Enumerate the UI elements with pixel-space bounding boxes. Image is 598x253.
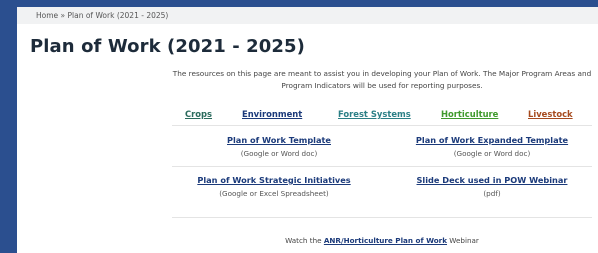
page-title: Plan of Work (2021 - 2025) xyxy=(30,36,305,57)
webinar-line: Watch the ANR/Horticulture Plan of Work … xyxy=(172,236,592,245)
category-horticulture-link[interactable]: Horticulture xyxy=(441,109,498,119)
category-links: Crops Environment Forest Systems Horticu… xyxy=(17,109,598,121)
plan-of-work-template-note: (Google or Word doc) xyxy=(240,149,318,158)
content-panel: Home » Plan of Work (2021 - 2025) Plan o… xyxy=(17,7,598,253)
breadcrumb[interactable]: Home » Plan of Work (2021 - 2025) xyxy=(17,7,598,24)
plan-of-work-template-link[interactable]: Plan of Work Template xyxy=(219,135,339,145)
slide-deck-link[interactable]: Slide Deck used in POW Webinar xyxy=(402,175,582,185)
webinar-prefix: Watch the xyxy=(285,236,324,245)
plan-of-work-expanded-template-link[interactable]: Plan of Work Expanded Template xyxy=(402,135,582,145)
webinar-link[interactable]: ANR/Horticulture Plan of Work xyxy=(324,236,447,245)
category-crops-link[interactable]: Crops xyxy=(185,109,212,119)
category-livestock-link[interactable]: Livestock xyxy=(528,109,573,119)
category-forest-systems-link[interactable]: Forest Systems xyxy=(338,109,411,119)
divider xyxy=(172,217,592,218)
divider xyxy=(172,125,592,126)
intro-text: The resources on this page are meant to … xyxy=(172,69,592,90)
slide-deck-note: (pdf) xyxy=(483,189,501,198)
plan-of-work-expanded-template-note: (Google or Word doc) xyxy=(453,149,531,158)
category-environment-link[interactable]: Environment xyxy=(242,109,302,119)
webinar-suffix: Webinar xyxy=(447,236,479,245)
divider xyxy=(172,166,592,167)
strategic-initiatives-note: (Google or Excel Spreadsheet) xyxy=(219,189,329,198)
strategic-initiatives-link[interactable]: Plan of Work Strategic Initiatives xyxy=(189,175,359,185)
